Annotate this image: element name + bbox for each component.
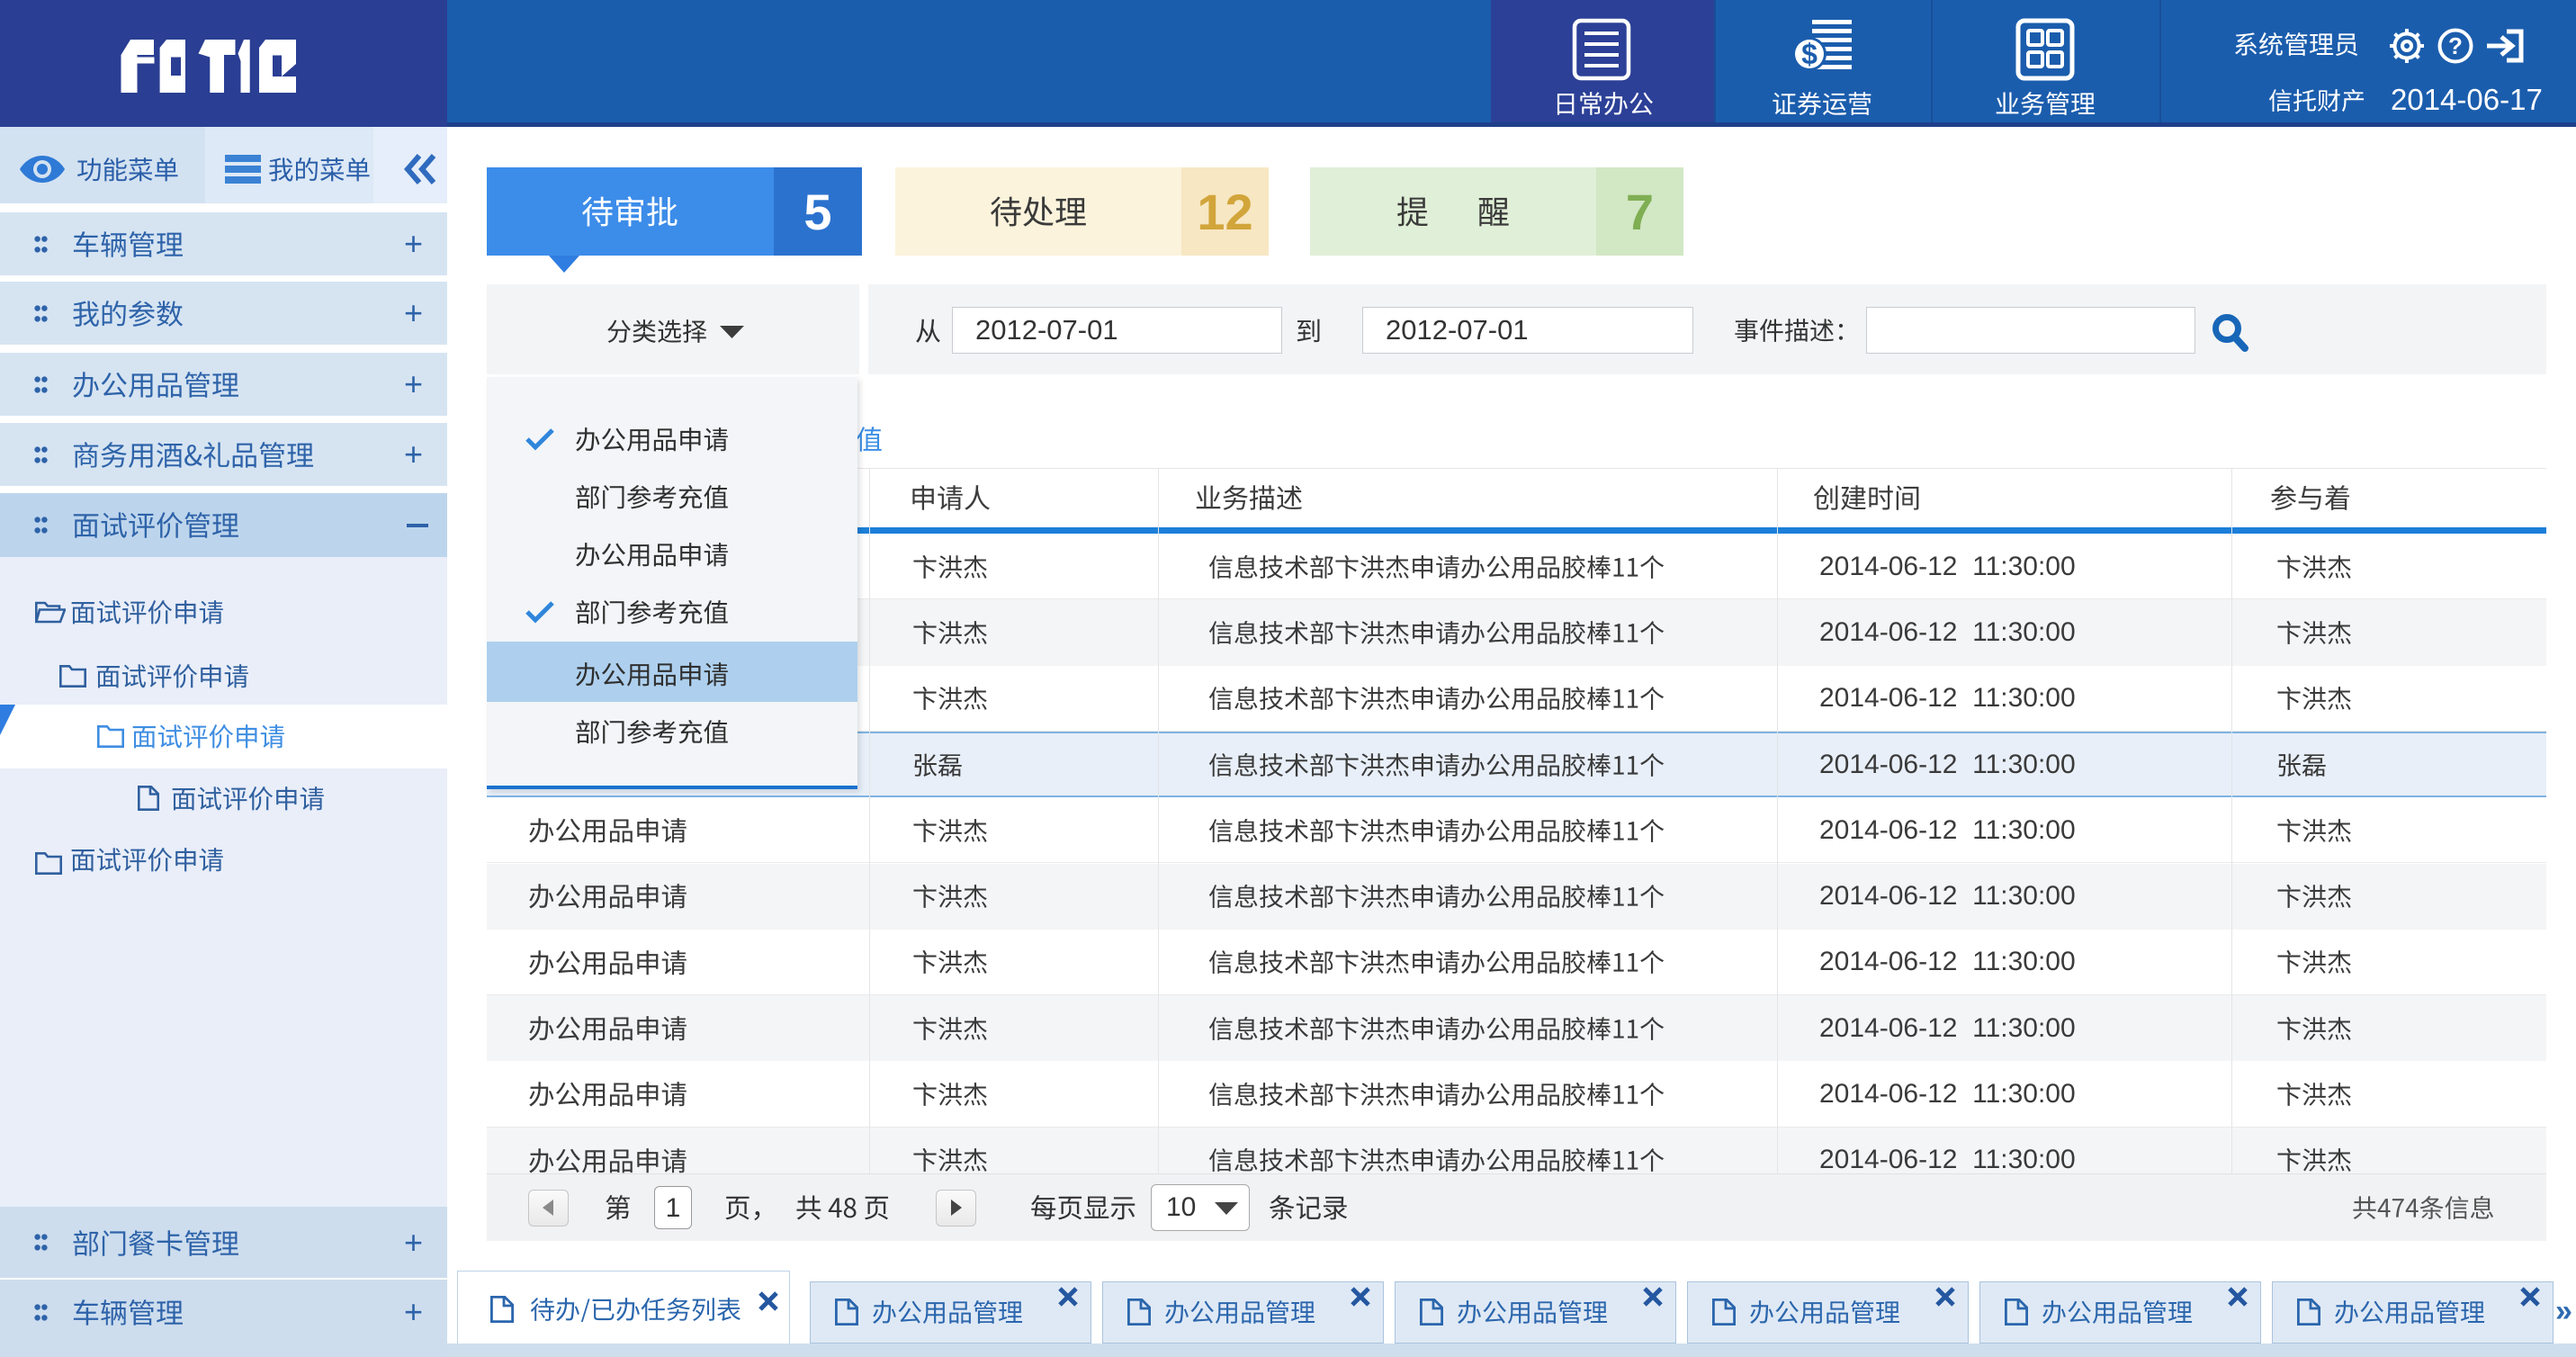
svg-text:?: ? xyxy=(2448,32,2463,59)
svg-text:$: $ xyxy=(1801,38,1818,70)
